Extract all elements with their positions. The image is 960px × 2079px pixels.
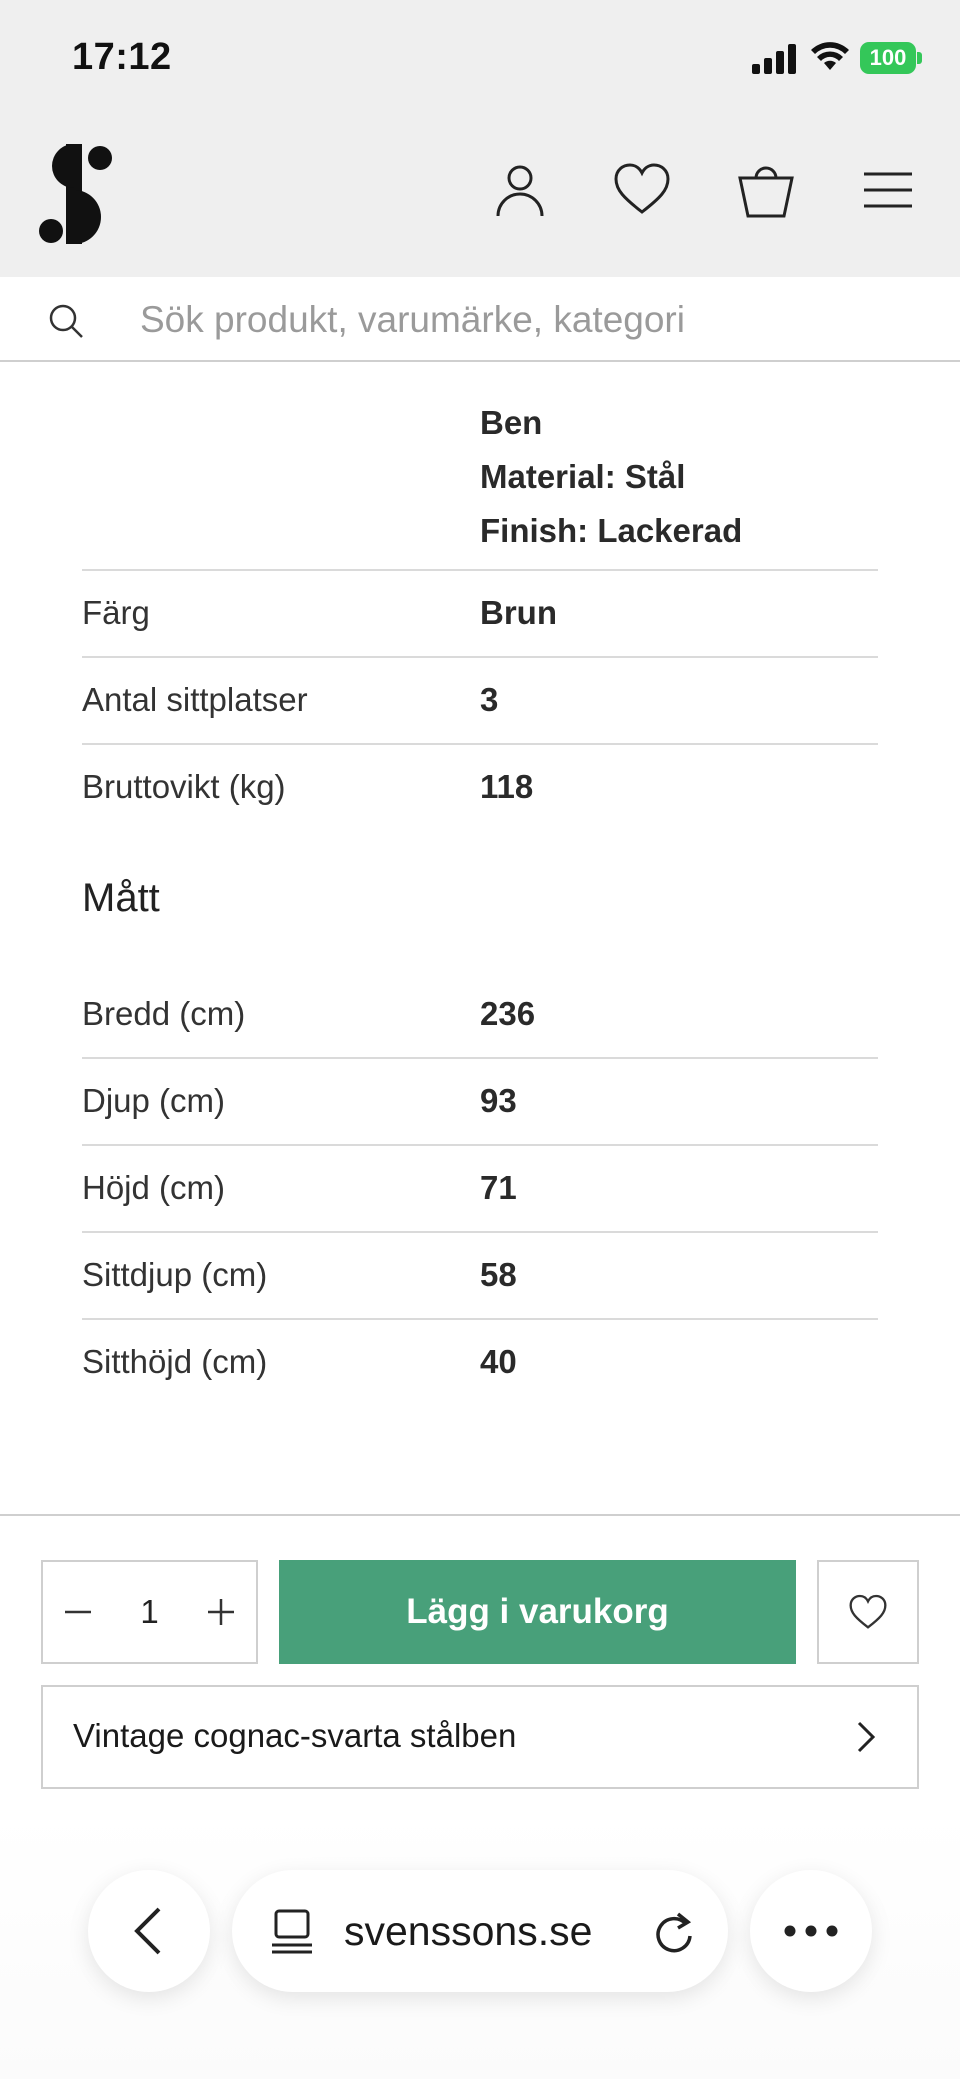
svenssons-logo[interactable] — [38, 142, 114, 246]
browser-url: svenssons.se — [344, 1907, 593, 1954]
dim-value-height: 71 — [480, 1169, 517, 1206]
add-to-wishlist-button[interactable] — [817, 1560, 919, 1664]
quantity-stepper: 1 — [41, 1560, 258, 1664]
spec-value-seats: 3 — [480, 681, 499, 718]
cellular-signal-icon — [752, 44, 796, 74]
spec-label-seats: Antal sittplatser — [82, 681, 308, 718]
dim-label-height: Höjd (cm) — [82, 1169, 226, 1206]
dim-value-seat-height: 40 — [480, 1343, 517, 1380]
heart-icon — [849, 1594, 887, 1629]
menu-icon[interactable] — [858, 160, 918, 220]
search-input[interactable] — [140, 291, 920, 349]
dim-label-seat-depth: Sittdjup (cm) — [82, 1256, 268, 1293]
divider — [82, 1057, 878, 1059]
battery-icon: 100 — [860, 42, 922, 74]
quantity-increase-button[interactable] — [186, 1562, 256, 1662]
plus-icon — [208, 1599, 234, 1625]
divider — [82, 1144, 878, 1146]
search-icon — [49, 304, 83, 338]
spec-label-weight: Bruttovikt (kg) — [82, 768, 286, 805]
legs-finish: Finish: Lackerad — [480, 512, 743, 549]
dim-value-depth: 93 — [480, 1082, 517, 1119]
search-bar — [0, 277, 960, 362]
spec-value-color: Brun — [480, 594, 557, 631]
add-to-cart-button[interactable]: Lägg i varukorg — [279, 1560, 796, 1664]
status-time: 17:12 — [72, 36, 172, 78]
minus-icon — [65, 1610, 91, 1614]
dim-value-seat-depth: 58 — [480, 1256, 517, 1293]
quantity-value[interactable]: 1 — [113, 1562, 186, 1662]
dimensions-title: Mått — [82, 876, 160, 920]
divider — [82, 656, 878, 658]
legs-line: Ben — [480, 404, 543, 441]
reload-icon[interactable] — [652, 1910, 696, 1954]
browser-more-button[interactable] — [750, 1870, 872, 1992]
divider — [82, 743, 878, 745]
heart-icon[interactable] — [612, 160, 672, 220]
dim-label-seat-height: Sitthöjd (cm) — [82, 1343, 268, 1380]
site-header — [0, 120, 960, 277]
browser-address-bar[interactable]: svenssons.se — [232, 1870, 728, 1992]
spec-label-color: Färg — [82, 594, 150, 631]
quantity-decrease-button[interactable] — [43, 1562, 113, 1662]
legs-spec-value: Ben Material: Stål Finish: Lackerad — [480, 396, 742, 558]
legs-material: Material: Stål — [480, 458, 686, 495]
more-icon — [784, 1925, 838, 1937]
chevron-right-icon — [857, 1721, 876, 1753]
battery-level: 100 — [869, 45, 907, 70]
divider — [82, 1231, 878, 1233]
cart-icon[interactable] — [736, 160, 796, 220]
divider — [82, 569, 878, 571]
dim-value-width: 236 — [480, 995, 536, 1032]
reader-mode-icon[interactable] — [270, 1907, 314, 1955]
variant-label: Vintage cognac-svarta stålben — [73, 1717, 517, 1754]
browser-back-button[interactable] — [88, 1870, 210, 1992]
chevron-left-icon — [134, 1907, 161, 1955]
divider — [82, 1318, 878, 1320]
wifi-icon — [811, 42, 849, 70]
dim-label-depth: Djup (cm) — [82, 1082, 226, 1119]
purchase-panel-divider — [0, 1514, 960, 1516]
status-bar: 17:12 100 — [0, 0, 960, 120]
dim-label-width: Bredd (cm) — [82, 995, 246, 1032]
spec-value-weight: 118 — [480, 768, 534, 805]
account-icon[interactable] — [490, 160, 550, 220]
variant-selector[interactable]: Vintage cognac-svarta stålben — [41, 1685, 919, 1789]
